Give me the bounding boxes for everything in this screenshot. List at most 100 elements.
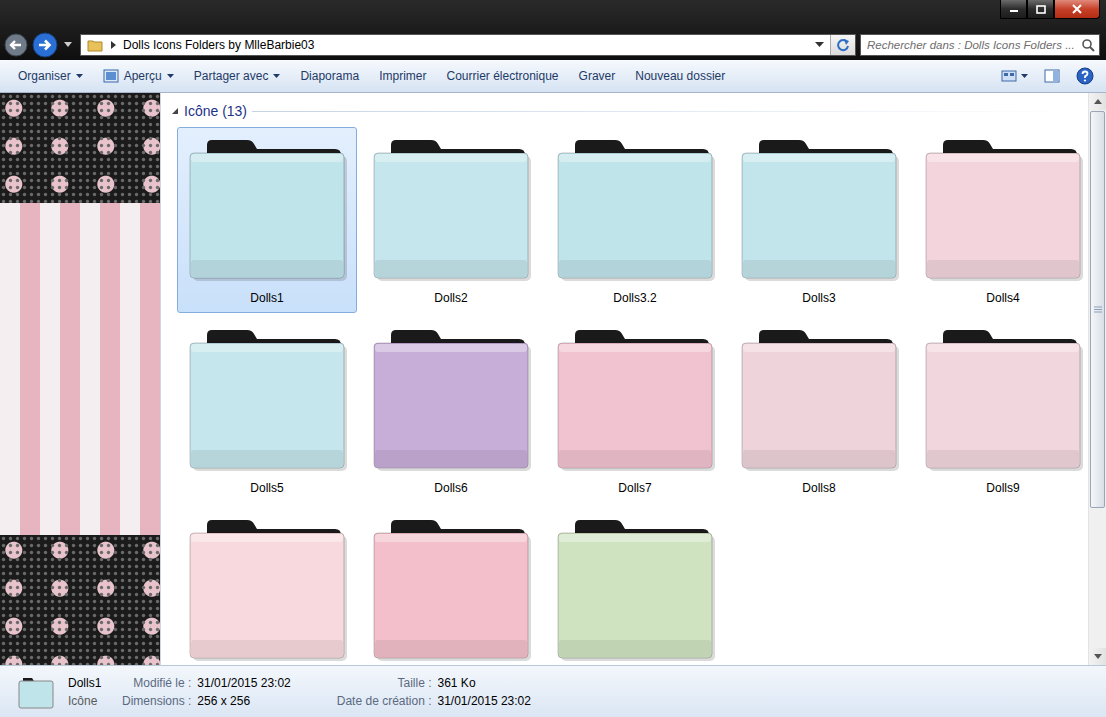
folder-icon [553,512,718,662]
file-item[interactable]: Dolls9 [913,317,1088,503]
folder-icon [553,322,718,472]
back-arrow-icon [4,33,28,57]
file-item[interactable] [177,507,357,665]
file-name: Dolls8 [802,481,835,495]
toolbar-label: Aperçu [124,69,162,83]
preview-icon [103,69,119,83]
lace-decoration [0,93,160,203]
collapse-icon [171,107,179,115]
toolbar-label: Courrier électronique [446,69,558,83]
help-icon [1076,67,1094,85]
field-label: Date de création : [337,694,432,708]
group-label: Icône (13) [184,103,247,119]
file-item[interactable]: Dolls3.2 [545,127,725,313]
content-area: Icône (13)Dolls1Dolls2Dolls3.2Dolls3Doll… [0,93,1106,665]
field-value: 361 Ko [438,676,571,690]
folder-icon [921,132,1086,282]
file-item[interactable]: Dolls3 [729,127,909,313]
address-dropdown-icon[interactable] [815,42,824,48]
dropdown-arrow-icon [273,74,280,79]
toolbar-button[interactable]: Imprimer [371,65,434,87]
folder-icon [185,132,350,282]
vertical-scrollbar[interactable] [1088,93,1106,665]
folder-icon [737,132,902,282]
folder-icon [87,38,103,52]
toolbar-label: Diaporama [300,69,359,83]
file-item[interactable]: Dolls5 [177,317,357,503]
file-name: Dolls4 [986,291,1019,305]
file-item[interactable] [361,507,541,665]
preview-pane-button[interactable] [1040,66,1064,86]
scroll-down-button[interactable] [1089,648,1106,665]
toolbar-button[interactable]: Aperçu [95,65,182,87]
file-item[interactable]: Dolls1 [177,127,357,313]
scroll-thumb[interactable] [1090,111,1105,508]
field-label: Taille : [337,676,432,690]
field-value: 31/01/2015 23:02 [438,694,571,708]
dropdown-arrow-icon [76,74,83,79]
toolbar-label: Partager avec [194,69,269,83]
maximize-button[interactable] [1027,0,1054,19]
selected-thumbnail-icon [18,675,54,709]
file-item[interactable]: Dolls6 [361,317,541,503]
explorer-window: Dolls Icons Folders by MlleBarbie03 Reche… [0,0,1106,717]
folder-icon [369,322,534,472]
details-fields: Modifié le : 31/01/2015 23:02 Taille : 361 … [122,676,571,708]
view-icon [1001,69,1017,83]
folder-icon [369,132,534,282]
title-bar [0,0,1106,30]
field-label: Modifié le : [122,676,191,690]
folder-icon [185,512,350,662]
file-name: Dolls1 [250,291,283,305]
search-field[interactable]: Rechercher dans : Dolls Icons Folders ..… [860,34,1100,56]
file-name: Dolls3.2 [613,291,656,305]
up-arrow-icon [1094,99,1102,104]
lace-decoration [0,535,160,665]
forward-button[interactable] [32,32,58,58]
help-button[interactable] [1072,64,1098,88]
address-path: Dolls Icons Folders by MlleBarbie03 [123,38,809,52]
toolbar-button[interactable]: Nouveau dossier [627,65,733,87]
search-placeholder: Rechercher dans : Dolls Icons Folders ..… [867,39,1077,51]
minimize-icon [1009,5,1019,13]
history-dropdown-icon[interactable] [64,42,72,48]
stripes-decoration [0,203,160,535]
minimize-button[interactable] [1000,0,1027,19]
dropdown-arrow-icon [167,74,174,79]
file-item[interactable]: Dolls8 [729,317,909,503]
field-value: 256 x 256 [197,694,330,708]
file-name: Dolls7 [618,481,651,495]
close-button[interactable] [1054,0,1100,19]
toolbar-label: Imprimer [379,69,426,83]
file-item[interactable]: Dolls2 [361,127,541,313]
refresh-button[interactable] [830,35,855,55]
toolbar-button[interactable]: Courrier électronique [438,65,566,87]
folder-icon [369,512,534,662]
toolbar-button[interactable]: Graver [571,65,624,87]
selected-type: Icône [68,694,108,708]
details-pane: Dolls1 Icône Modifié le : 31/01/2015 23:02 T… [0,665,1106,717]
group-header[interactable]: Icône (13) [171,101,1078,121]
maximize-icon [1036,5,1046,14]
navigation-pane-background [0,93,161,665]
selected-name: Dolls1 [68,676,108,690]
dropdown-arrow-icon [1021,74,1028,79]
address-bar[interactable]: Dolls Icons Folders by MlleBarbie03 [80,34,856,56]
toolbar-button[interactable]: Diaporama [292,65,367,87]
file-item[interactable]: Dolls7 [545,317,725,503]
toolbar-button[interactable]: Partager avec [186,65,289,87]
file-item[interactable]: Dolls4 [913,127,1088,313]
refresh-icon [836,38,850,52]
scroll-up-button[interactable] [1089,93,1106,110]
folder-icon [185,322,350,472]
change-view-button[interactable] [997,66,1032,86]
file-name: Dolls6 [434,481,467,495]
toolbar-button[interactable]: Organiser [10,65,91,87]
file-item[interactable] [545,507,725,665]
toolbar-label: Organiser [18,69,71,83]
folder-icon [553,132,718,282]
back-button[interactable] [4,33,28,57]
field-label: Dimensions : [122,694,191,708]
folder-icon [921,322,1086,472]
magnifier-icon [1081,38,1095,52]
